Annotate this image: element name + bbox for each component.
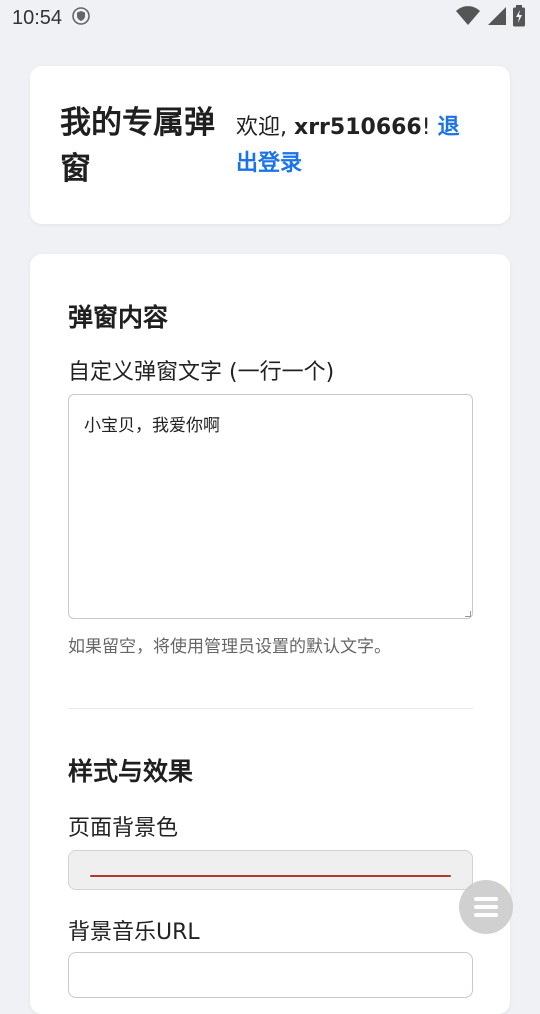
bg-color-label: 页面背景色 [68, 816, 179, 841]
signal-icon [486, 6, 506, 30]
battery-charging-icon [512, 5, 526, 31]
section-title-style: 样式与效果 [68, 757, 194, 786]
welcome-message: 欢迎, xrr510666! 退出登录 [236, 100, 476, 224]
bg-color-swatch [90, 875, 451, 877]
custom-text-label: 自定义弹窗文字 (一行一个) [68, 360, 335, 385]
username: xrr510666 [294, 115, 422, 140]
menu-icon-bar [474, 913, 498, 917]
status-time: 10:54 [12, 6, 63, 29]
welcome-suffix: ! [421, 115, 438, 140]
wifi-icon [456, 6, 480, 30]
custom-text-hint: 如果留空，将使用管理员设置的默认文字。 [68, 637, 391, 657]
header-card: 我的专属弹窗 欢迎, xrr510666! 退出登录 [30, 66, 510, 224]
section-title-content: 弹窗内容 [68, 303, 169, 332]
music-url-input[interactable] [68, 952, 473, 998]
menu-icon-bar [474, 905, 498, 909]
floating-menu-button[interactable] [459, 880, 513, 934]
section-divider [68, 708, 473, 709]
page-title: 我的专属弹窗 [60, 105, 215, 187]
custom-text-textarea[interactable] [68, 394, 473, 619]
status-bar: 10:54 [0, 0, 540, 36]
settings-form-card: 弹窗内容 自定义弹窗文字 (一行一个) 如果留空，将使用管理员设置的默认文字。 … [30, 254, 510, 1014]
music-url-label: 背景音乐URL [68, 920, 200, 945]
shield-icon [72, 7, 90, 29]
welcome-prefix: 欢迎, [236, 115, 294, 140]
menu-icon-bar [474, 897, 498, 901]
bg-color-picker[interactable] [68, 850, 473, 890]
resize-handle-icon[interactable] [465, 611, 471, 617]
